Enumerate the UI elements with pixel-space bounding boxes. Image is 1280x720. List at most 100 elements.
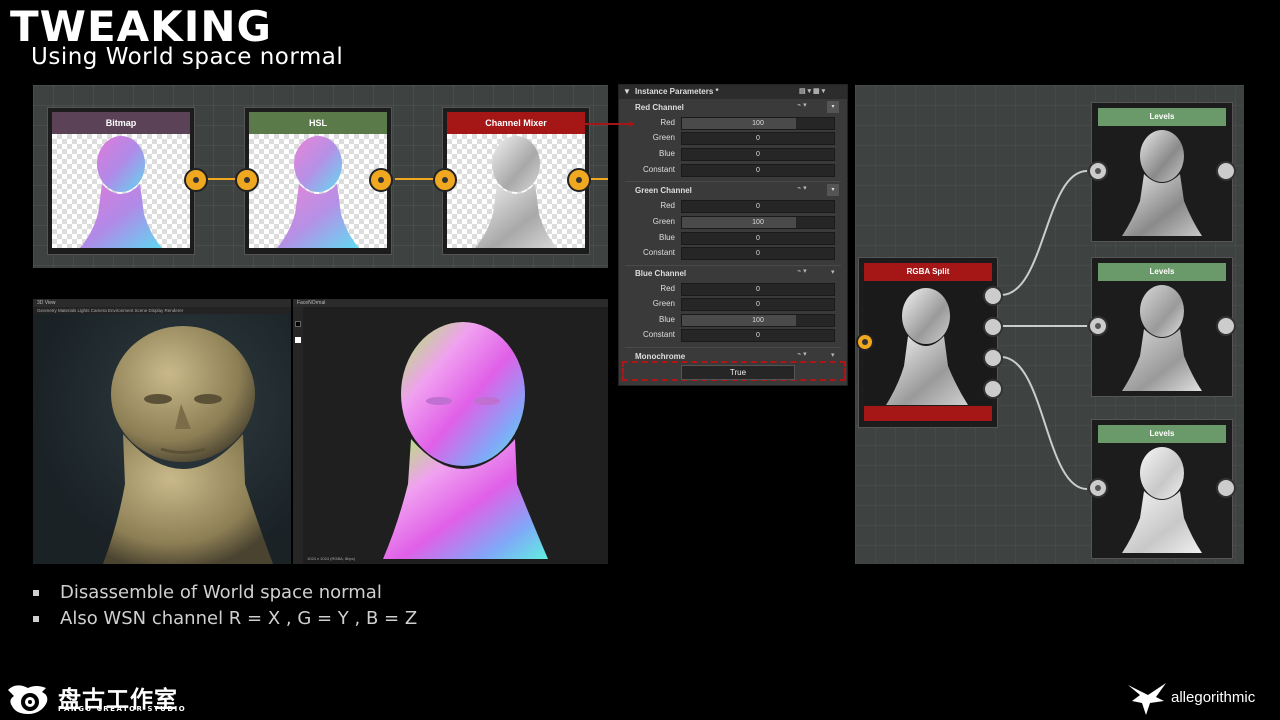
expose-param-icon[interactable]: ⌁ ▾: [797, 350, 807, 358]
red-channel-green-slider[interactable]: 0: [681, 132, 835, 145]
red-channel-constant-slider[interactable]: 0: [681, 164, 835, 177]
bullet-item: Disassemble of World space normal: [33, 580, 417, 606]
dropdown-icon[interactable]: ▾: [827, 101, 839, 113]
channel-mixer-node-title: Channel Mixer: [447, 112, 585, 134]
input-pin[interactable]: [856, 333, 874, 351]
expose-param-icon[interactable]: ⌁ ▾: [797, 267, 807, 275]
green-channel-red-slider[interactable]: 0: [681, 200, 835, 213]
levels-node-3[interactable]: Levels: [1088, 419, 1236, 559]
bullet-item: Also WSN channel R = X , G = Y , B = Z: [33, 606, 417, 632]
bitmap-node[interactable]: Bitmap: [47, 107, 208, 255]
output-pin[interactable]: [184, 168, 208, 192]
allegorithmic-logo-text: allegorithmic: [1171, 689, 1256, 706]
collapse-triangle-icon[interactable]: ▼: [623, 85, 631, 99]
hsl-node-title: HSL: [249, 112, 387, 134]
param-label: Constant: [642, 165, 675, 174]
blue-channel-constant-slider[interactable]: 0: [681, 329, 835, 342]
rgba-split-title: RGBA Split: [864, 263, 992, 281]
output-pin[interactable]: [567, 168, 591, 192]
divider: [625, 265, 841, 266]
output-pin[interactable]: [1216, 161, 1236, 181]
instance-parameters-title: Instance Parameters *: [635, 87, 719, 96]
monochrome-toggle[interactable]: True: [681, 365, 795, 380]
green-channel-blue-slider[interactable]: 0: [681, 232, 835, 245]
divider: [625, 181, 841, 182]
dropdown-icon[interactable]: ▾: [827, 184, 839, 196]
node-wire: [591, 178, 608, 180]
pangu-logo-subtitle: PANGU CREATOR STUDIO: [58, 705, 187, 713]
callout-arrow: [583, 121, 635, 127]
channel-mixer-node[interactable]: Channel Mixer: [433, 107, 591, 255]
output-pin-r[interactable]: [983, 286, 1003, 306]
levels-node-1[interactable]: Levels: [1088, 102, 1236, 242]
param-label: Constant: [642, 248, 675, 257]
blue-channel-blue-slider[interactable]: 100: [681, 314, 835, 327]
levels-thumbnail: [1122, 285, 1202, 391]
output-pin-a[interactable]: [983, 379, 1003, 399]
levels-node-title: Levels: [1098, 263, 1226, 281]
input-pin[interactable]: [235, 168, 259, 192]
red-channel-red-slider[interactable]: 100: [681, 117, 835, 130]
monochrome-label: Monochrome: [635, 352, 686, 361]
param-label: Red: [660, 284, 675, 293]
normal-map-render: [383, 322, 548, 559]
blue-channel-green-slider[interactable]: 0: [681, 298, 835, 311]
red-channel-group[interactable]: Red Channel: [635, 103, 684, 112]
dropdown-icon[interactable]: ▾: [831, 268, 835, 276]
levels-node-2[interactable]: Levels: [1088, 257, 1236, 397]
2d-view-title: FaceNOrmal: [293, 299, 608, 307]
output-pin[interactable]: [1216, 478, 1236, 498]
red-channel-blue-slider[interactable]: 0: [681, 148, 835, 161]
green-channel-group[interactable]: Green Channel: [635, 186, 692, 195]
dropdown-icon[interactable]: ▾: [831, 351, 835, 359]
param-label: Red: [660, 201, 675, 210]
rgba-split-footer: [864, 406, 992, 421]
pangu-logo-icon: [8, 685, 48, 714]
instance-parameters-panel[interactable]: ▼ Instance Parameters * ▤ ▾ ▦ ▾ Red Chan…: [618, 84, 848, 386]
input-pin[interactable]: [433, 168, 457, 192]
color-swatch-icon[interactable]: [295, 337, 301, 343]
hsl-thumbnail: [249, 134, 387, 248]
param-label: Green: [652, 217, 675, 226]
green-channel-green-slider[interactable]: 100: [681, 216, 835, 229]
head-model-render: [103, 326, 273, 564]
3d-view-title: 3D View: [33, 299, 291, 307]
rgba-split-thumbnail: [864, 281, 992, 405]
node-graph-top[interactable]: Bitmap HSL Channel Mixer: [33, 85, 608, 268]
2d-view-status: 1024 x 1024 (RGBA, 8bpc): [307, 556, 356, 561]
bitmap-thumbnail: [52, 134, 190, 248]
param-label: Constant: [642, 330, 675, 339]
node-graph-right[interactable]: RGBA Split Levels Levels Levels: [855, 85, 1244, 564]
output-pin[interactable]: [1216, 316, 1236, 336]
rgba-split-node[interactable]: RGBA Split: [856, 257, 1003, 428]
output-pin[interactable]: [369, 168, 393, 192]
param-label: Blue: [658, 233, 675, 242]
color-swatch-icon[interactable]: [295, 321, 301, 327]
output-pin-g[interactable]: [983, 317, 1003, 337]
levels-node-title: Levels: [1098, 108, 1226, 126]
green-channel-constant-slider[interactable]: 0: [681, 247, 835, 260]
2d-view-panel[interactable]: FaceNOrmal 1024 x 1024 (RGBA, 8bpc): [293, 299, 608, 564]
bullet-list: Disassemble of World space normal Also W…: [33, 580, 417, 632]
input-pin[interactable]: [1088, 478, 1108, 498]
levels-thumbnail: [1122, 130, 1202, 236]
input-pin[interactable]: [1088, 161, 1108, 181]
allegorithmic-bird-icon: [1128, 683, 1166, 715]
output-pin-b[interactable]: [983, 348, 1003, 368]
blue-channel-red-slider[interactable]: 0: [681, 283, 835, 296]
input-pin[interactable]: [1088, 316, 1108, 336]
channel-mixer-thumbnail: [447, 134, 585, 248]
expose-param-icon[interactable]: ⌁ ▾: [797, 101, 807, 109]
preset-menu-icon[interactable]: ▤ ▾ ▦ ▾: [799, 85, 825, 99]
blue-channel-group[interactable]: Blue Channel: [635, 269, 686, 278]
param-label: Green: [652, 299, 675, 308]
expose-param-icon[interactable]: ⌁ ▾: [797, 184, 807, 192]
hsl-node[interactable]: HSL: [235, 107, 393, 255]
bitmap-node-title: Bitmap: [52, 112, 190, 134]
2d-view-toolbar[interactable]: [293, 307, 303, 564]
levels-thumbnail: [1122, 447, 1202, 553]
levels-node-title: Levels: [1098, 425, 1226, 443]
3d-view-menu[interactable]: Geometry Materials Lights Camera Environ…: [33, 307, 291, 314]
instance-parameters-header[interactable]: ▼ Instance Parameters * ▤ ▾ ▦ ▾: [619, 85, 847, 99]
3d-view-panel[interactable]: 3D View Geometry Materials Lights Camera…: [33, 299, 291, 564]
